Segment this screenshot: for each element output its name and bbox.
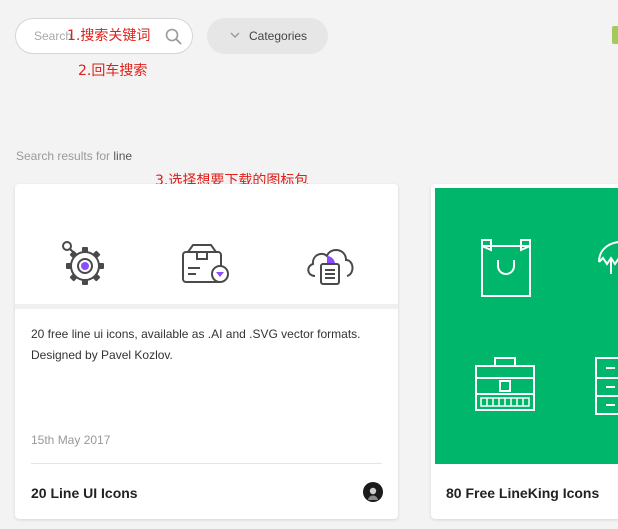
- annotation-step2: 2.回车搜索: [78, 63, 148, 79]
- categories-dropdown[interactable]: Categories: [207, 18, 328, 54]
- card-description-line1: 20 free line ui icons, available as .AI …: [31, 327, 361, 341]
- preview-divider: [15, 304, 398, 309]
- partial-button-edge[interactable]: [612, 26, 618, 44]
- card-description: 20 free line ui icons, available as .AI …: [31, 324, 386, 366]
- shopping-bag-icon: [481, 239, 531, 297]
- icon-pack-card-1[interactable]: 20 free line ui icons, available as .AI …: [15, 184, 398, 519]
- avatar-image: [368, 487, 378, 500]
- cabinet-icon: [595, 357, 618, 415]
- card-title[interactable]: 20 Line UI Icons: [31, 485, 138, 501]
- results-term: line: [113, 149, 133, 163]
- card-title[interactable]: 80 Free LineKing Icons: [446, 485, 599, 501]
- annotation-step1: 1.搜索关键词: [67, 28, 151, 44]
- author-avatar[interactable]: [363, 482, 383, 502]
- icon-pack-card-2[interactable]: 80 Free LineKing Icons: [431, 184, 618, 519]
- results-heading: Search results for line: [16, 149, 132, 163]
- card-preview: [15, 184, 398, 306]
- chevron-down-icon: [230, 32, 240, 38]
- briefcase-icon: [475, 357, 535, 411]
- package-icon: [182, 244, 229, 283]
- card-divider: [31, 463, 382, 464]
- card-description-line2: Designed by Pavel Kozlov.: [31, 348, 173, 362]
- search-icon[interactable]: [165, 28, 182, 45]
- cloud-document-icon: [307, 249, 354, 285]
- results-prefix: Search results for: [16, 149, 114, 163]
- gear-icon: [62, 241, 104, 285]
- categories-label: Categories: [249, 29, 308, 43]
- umbrella-icon: [598, 241, 618, 274]
- card-date: 15th May 2017: [31, 433, 111, 447]
- card-preview: [435, 188, 618, 464]
